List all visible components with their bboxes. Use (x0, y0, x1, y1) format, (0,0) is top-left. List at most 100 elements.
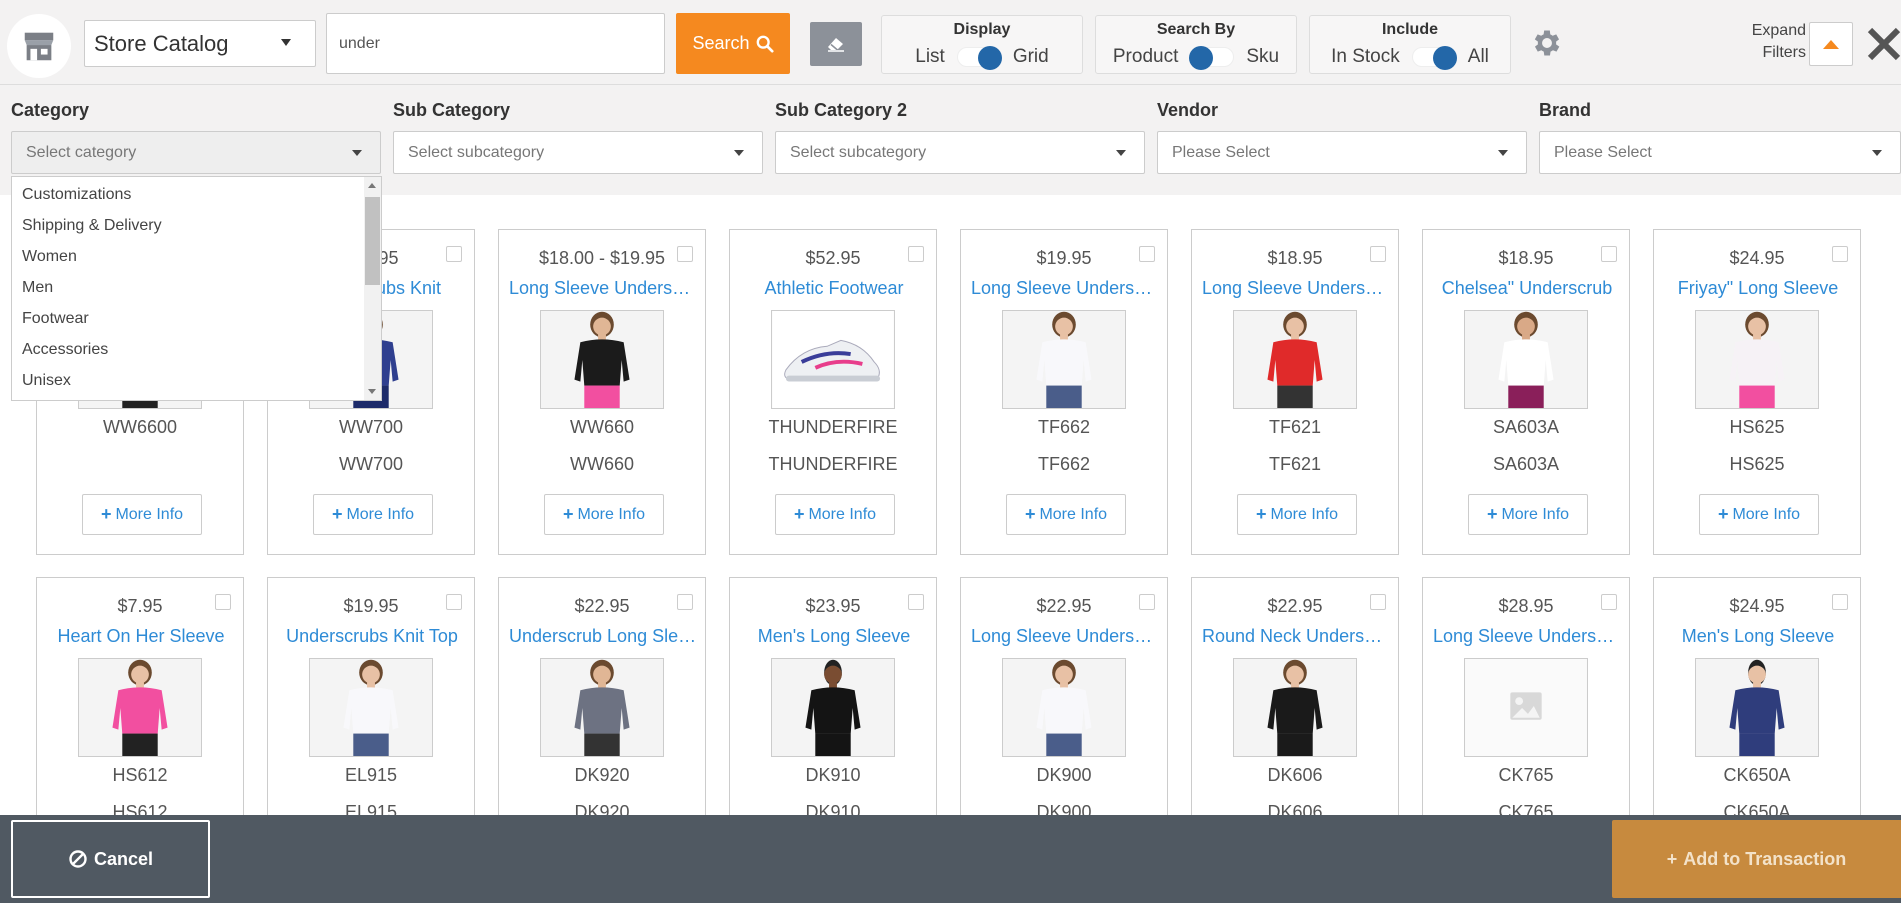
search-button[interactable]: Search (676, 13, 790, 74)
product-image[interactable] (1695, 310, 1819, 409)
search-by-toggle[interactable] (1189, 46, 1235, 70)
product-image[interactable] (78, 658, 202, 757)
product-price: $22.95 (574, 596, 630, 616)
product-image[interactable] (540, 658, 664, 757)
product-image[interactable] (1002, 310, 1126, 409)
display-grid-label[interactable]: Grid (1013, 46, 1049, 68)
more-info-button[interactable]: + More Info (1468, 494, 1588, 535)
product-sku: EL915 (344, 765, 398, 785)
more-info-button[interactable]: + More Info (775, 494, 895, 535)
product-title-link[interactable]: Long Sleeve Underscrub (1433, 626, 1621, 647)
display-list-label[interactable]: List (915, 46, 945, 68)
category-option[interactable]: Footwear (12, 303, 381, 334)
display-toggle[interactable] (956, 46, 1002, 70)
product-title-link[interactable]: Long Sleeve Underscrub (971, 626, 1159, 647)
product-image[interactable] (771, 310, 895, 409)
search-by-product-label[interactable]: Product (1113, 46, 1178, 68)
more-info-button[interactable]: + More Info (544, 494, 664, 535)
category-option[interactable]: Shipping & Delivery (12, 210, 381, 241)
scrollbar-thumb[interactable] (365, 197, 380, 285)
subcategory-select[interactable]: Select subcategory (393, 131, 763, 174)
product-image[interactable] (309, 658, 433, 757)
category-option[interactable]: Accessories (12, 334, 381, 365)
product-price: $23.95 (805, 596, 861, 616)
product-title-link[interactable]: Underscrub Long Sleeve (509, 626, 697, 647)
category-select[interactable]: Select category (11, 131, 381, 174)
product-title-link[interactable]: Friyay" Long Sleeve (1664, 278, 1852, 299)
product-card[interactable]: $24.95 Friyay" Long Sleeve HS625 HS625 +… (1653, 229, 1861, 555)
more-info-button[interactable]: + More Info (1237, 494, 1357, 535)
product-card[interactable]: $22.95 Round Neck Underscrub DK606 DK606… (1191, 577, 1399, 815)
category-option[interactable]: Women (12, 241, 381, 272)
more-info-label: More Info (115, 505, 184, 523)
add-to-transaction-label: Add to Transaction (1683, 848, 1847, 869)
more-info-label: More Info (1732, 505, 1801, 523)
product-card[interactable]: $7.95 Heart On Her Sleeve HS612 HS612 + … (36, 577, 244, 815)
product-card[interactable]: $19.95 Underscrubs Knit Top EL915 EL915 … (267, 577, 475, 815)
search-by-sku-label[interactable]: Sku (1246, 46, 1279, 68)
product-price: $18.95 (1498, 248, 1554, 268)
scroll-up-icon[interactable] (368, 183, 376, 188)
vendor-filter-label: Vendor (1157, 100, 1219, 120)
include-in-stock-label[interactable]: In Stock (1331, 46, 1400, 68)
gear-icon[interactable] (1530, 26, 1564, 60)
more-info-button[interactable]: + More Info (313, 494, 433, 535)
product-title-link[interactable]: Long Sleeve Underscrub (509, 278, 697, 299)
product-title-link[interactable]: Athletic Footwear (740, 278, 928, 299)
product-sku: WW660 (569, 417, 634, 437)
search-input[interactable] (326, 13, 665, 74)
product-card[interactable]: $52.95 Athletic Footwear THUNDERFIRE THU… (729, 229, 937, 555)
scroll-down-icon[interactable] (368, 389, 376, 394)
product-image[interactable] (540, 310, 664, 409)
more-info-button[interactable]: + More Info (1006, 494, 1126, 535)
more-info-button[interactable]: + More Info (82, 494, 202, 535)
product-title-link[interactable]: Long Sleeve Underscrub (1202, 278, 1390, 299)
vendor-select[interactable]: Please Select (1157, 131, 1527, 174)
add-to-transaction-button[interactable]: + Add to Transaction (1612, 820, 1901, 898)
catalog-select[interactable]: Store Catalog (84, 20, 316, 67)
category-dropdown-list[interactable]: Customizations Shipping & Delivery Women Me… (11, 176, 382, 401)
close-icon[interactable] (1864, 22, 1901, 66)
product-title-link[interactable]: Long Sleeve Underscrub (971, 278, 1159, 299)
product-card[interactable]: $28.95 Long Sleeve Underscrub CK765 CK76… (1422, 577, 1630, 815)
product-image[interactable] (1002, 658, 1126, 757)
product-title-link[interactable]: Round Neck Underscrub (1202, 626, 1390, 647)
more-info-label: More Info (808, 505, 877, 523)
product-title-link[interactable]: Underscrubs Knit Top (278, 626, 466, 647)
product-image[interactable] (771, 658, 895, 757)
dropdown-scrollbar[interactable] (364, 177, 381, 400)
product-card[interactable]: $18.95 Long Sleeve Underscrub TF621 TF62… (1191, 229, 1399, 555)
cancel-button[interactable]: Cancel (11, 820, 210, 898)
include-toggle[interactable] (1411, 46, 1457, 70)
product-title-link[interactable]: Men's Long Sleeve (740, 626, 928, 647)
product-image[interactable] (1464, 658, 1588, 757)
brand-select[interactable]: Please Select (1539, 131, 1901, 174)
clear-search-button[interactable] (810, 22, 862, 66)
product-title-link[interactable]: Chelsea" Underscrub (1433, 278, 1621, 299)
category-option[interactable]: Customizations (12, 179, 381, 210)
product-image[interactable] (1464, 310, 1588, 409)
include-all-label[interactable]: All (1468, 46, 1489, 68)
subcategory2-select[interactable]: Select subcategory (775, 131, 1145, 174)
expand-filters-button[interactable] (1809, 22, 1853, 66)
product-card[interactable]: $22.95 Underscrub Long Sleeve DK920 DK92… (498, 577, 706, 815)
product-title-link[interactable]: Heart On Her Sleeve (47, 626, 235, 647)
product-image[interactable] (1233, 310, 1357, 409)
product-card[interactable]: $18.00 - $19.95 Long Sleeve Underscrub W… (498, 229, 706, 555)
product-card[interactable]: $19.95 Long Sleeve Underscrub TF662 TF66… (960, 229, 1168, 555)
store-icon[interactable] (7, 14, 71, 78)
more-info-button[interactable]: + More Info (1699, 494, 1819, 535)
cancel-button-label: Cancel (93, 848, 154, 869)
product-card[interactable]: $24.95 Men's Long Sleeve CK650A CK650A +… (1653, 577, 1861, 815)
product-title-link[interactable]: Men's Long Sleeve (1664, 626, 1852, 647)
product-price: $24.95 (1729, 596, 1785, 616)
product-card[interactable]: $18.95 Chelsea" Underscrub SA603A SA603A… (1422, 229, 1630, 555)
category-select-placeholder: Select category (26, 143, 137, 161)
product-card[interactable]: $22.95 Long Sleeve Underscrub DK900 DK90… (960, 577, 1168, 815)
category-option[interactable]: Unisex (12, 365, 381, 396)
category-option[interactable]: Men (12, 272, 381, 303)
product-image[interactable] (1695, 658, 1819, 757)
product-card[interactable]: $23.95 Men's Long Sleeve DK910 DK910 + M… (729, 577, 937, 815)
product-image[interactable] (1233, 658, 1357, 757)
chevron-down-icon (1498, 150, 1508, 156)
